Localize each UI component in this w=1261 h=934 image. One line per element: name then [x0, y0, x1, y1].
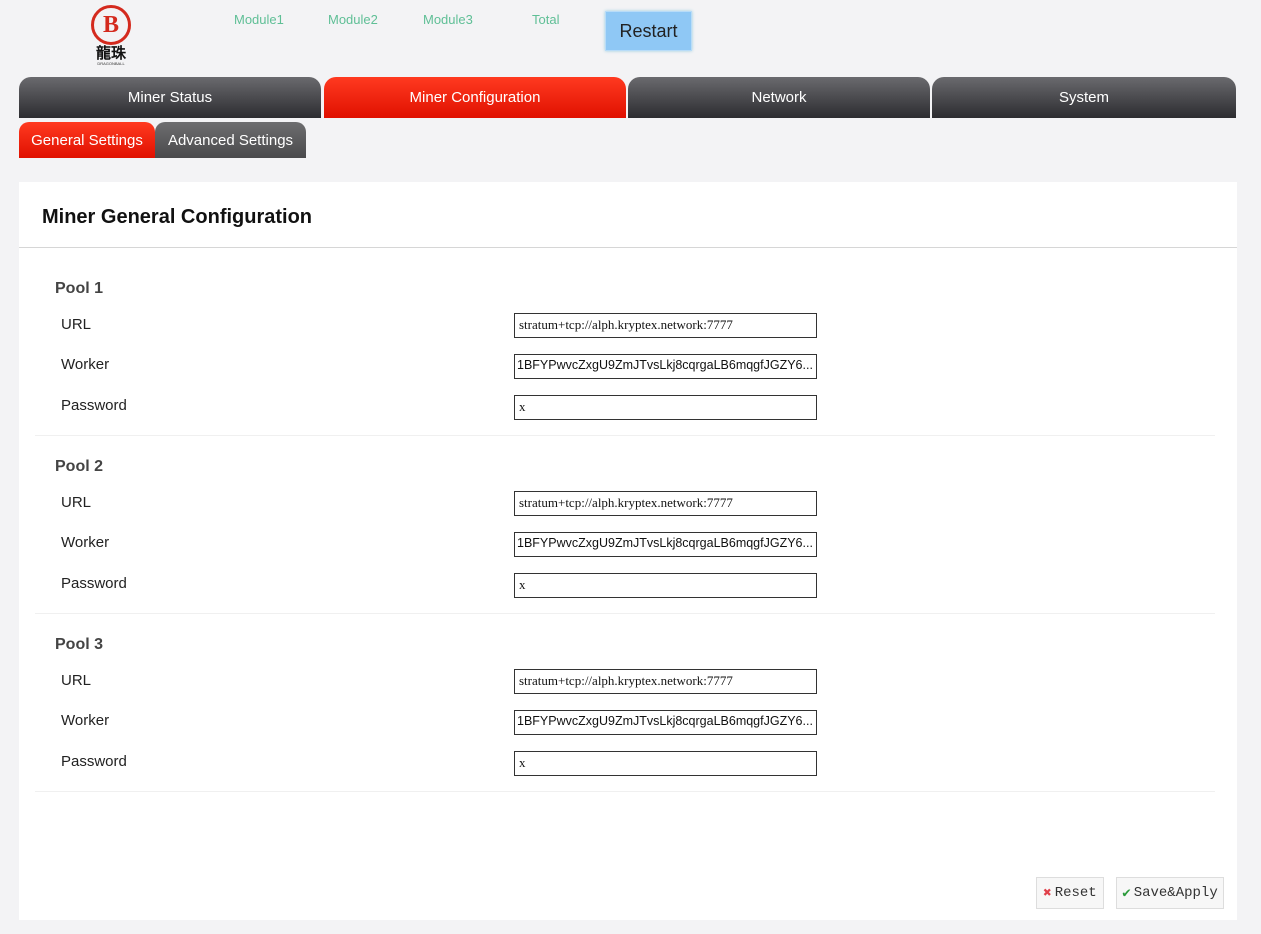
reset-label: Reset — [1054, 885, 1097, 901]
reset-button[interactable]: ✖ Reset — [1036, 877, 1104, 909]
module3-link[interactable]: Module3 — [423, 12, 473, 27]
pool-url-input[interactable]: stratum+tcp://alph.kryptex.network:7777 — [514, 313, 817, 338]
check-icon: ✔ — [1122, 885, 1131, 902]
tab-miner-status[interactable]: Miner Status — [19, 77, 321, 118]
logo-chinese: 龍珠 — [95, 44, 126, 62]
worker-label: Worker — [61, 534, 110, 551]
tab-network[interactable]: Network — [628, 77, 930, 118]
pool-password-input[interactable]: x — [514, 395, 817, 420]
pool-url-input[interactable]: stratum+tcp://alph.kryptex.network:7777 — [514, 669, 817, 694]
worker-label: Worker — [61, 356, 110, 373]
pool-password-input[interactable]: x — [514, 751, 817, 776]
subtab-general-settings[interactable]: General Settings — [19, 122, 155, 158]
logo-english: DRAGONBALL — [97, 61, 125, 66]
module2-link[interactable]: Module2 — [328, 12, 378, 27]
save-label: Save&Apply — [1133, 885, 1218, 901]
restart-button[interactable]: Restart — [605, 11, 692, 51]
tab-system[interactable]: System — [932, 77, 1236, 118]
pool-separator — [35, 613, 1215, 614]
url-label: URL — [61, 672, 92, 689]
password-label: Password — [61, 753, 127, 770]
divider — [19, 247, 1237, 248]
tab-miner-configuration[interactable]: Miner Configuration — [324, 77, 626, 118]
pool-heading: Pool 1 — [55, 280, 104, 297]
pool-heading: Pool 2 — [55, 458, 104, 475]
pool-separator — [35, 435, 1215, 436]
worker-label: Worker — [61, 712, 110, 729]
dragonball-logo: B 龍珠 DRAGONBALL — [88, 5, 134, 73]
total-link[interactable]: Total — [532, 12, 559, 27]
pool-worker-input[interactable]: 1BFYPwvcZxgU9ZmJTvsLkj8cqrgaLB6mqgfJGZY6… — [514, 710, 817, 735]
url-label: URL — [61, 494, 92, 511]
page-title: Miner General Configuration — [42, 206, 313, 228]
pool-worker-input[interactable]: 1BFYPwvcZxgU9ZmJTvsLkj8cqrgaLB6mqgfJGZY6… — [514, 532, 817, 557]
pool-password-input[interactable]: x — [514, 573, 817, 598]
url-label: URL — [61, 316, 92, 333]
pool-separator — [35, 791, 1215, 792]
pool-worker-input[interactable]: 1BFYPwvcZxgU9ZmJTvsLkj8cqrgaLB6mqgfJGZY6… — [514, 354, 817, 379]
pool-heading: Pool 3 — [55, 636, 104, 653]
pool-url-input[interactable]: stratum+tcp://alph.kryptex.network:7777 — [514, 491, 817, 516]
subtab-advanced-settings[interactable]: Advanced Settings — [155, 122, 306, 158]
password-label: Password — [61, 575, 127, 592]
save-apply-button[interactable]: ✔ Save&Apply — [1116, 877, 1224, 909]
x-icon: ✖ — [1043, 885, 1052, 902]
logo-mark: B — [91, 5, 131, 45]
module1-link[interactable]: Module1 — [234, 12, 284, 27]
password-label: Password — [61, 397, 127, 414]
